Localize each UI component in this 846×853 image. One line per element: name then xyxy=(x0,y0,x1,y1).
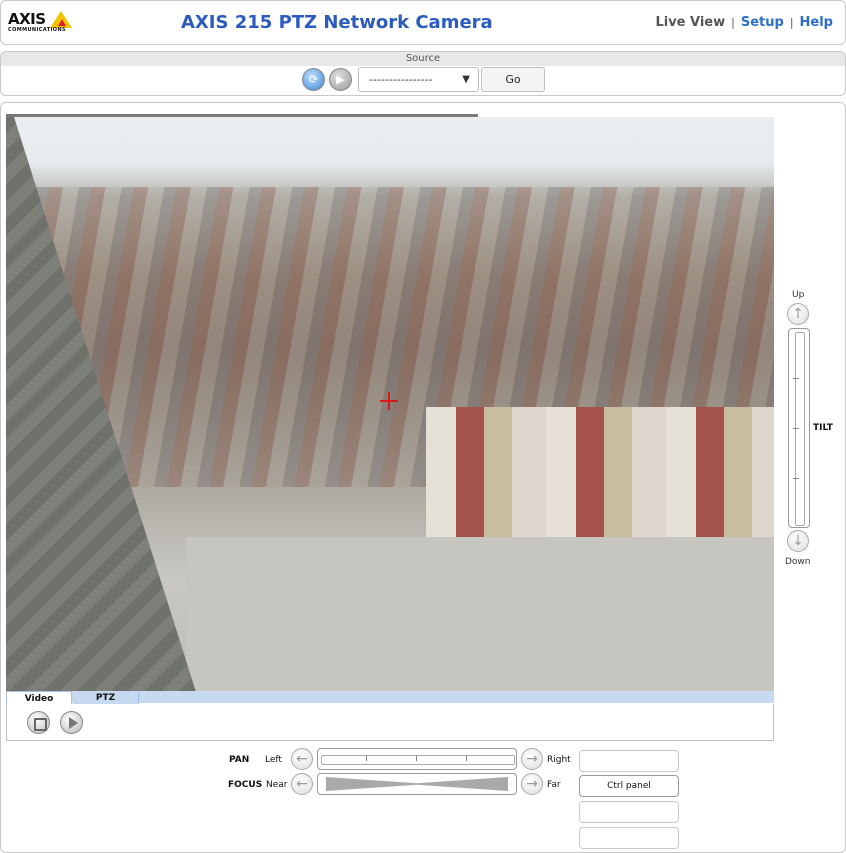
source-bar: Source ⟳ ▶ ---------------- ▼ Go xyxy=(0,51,846,96)
top-nav: Live View | Setup | Help xyxy=(655,15,833,30)
pan-tick xyxy=(466,755,467,761)
forward-source-button[interactable]: ▶ xyxy=(329,68,352,91)
main-panel: Video PTZ Up ↑ TILT ↓ Down PAN Left ← → … xyxy=(0,102,846,853)
tilt-up-label: Up xyxy=(792,290,805,300)
tilt-name-label: TILT xyxy=(813,423,833,433)
focus-label: FOCUS xyxy=(228,780,263,790)
page-title: AXIS 215 PTZ Network Camera xyxy=(181,12,493,33)
pan-tick xyxy=(416,755,417,761)
nav-separator: | xyxy=(789,16,794,29)
logo-text: AXIS xyxy=(8,10,46,28)
blank-control-button[interactable] xyxy=(579,801,679,823)
refresh-source-button[interactable]: ⟳ xyxy=(302,68,325,91)
tilt-down-label: Down xyxy=(785,557,811,567)
refresh-icon: ⟳ xyxy=(309,73,319,86)
logo-subtext: COMMUNICATIONS xyxy=(8,27,67,33)
chevron-down-icon: ▼ xyxy=(462,74,470,85)
tilt-slider[interactable] xyxy=(788,328,810,528)
video-market-square xyxy=(186,537,774,692)
stop-button[interactable] xyxy=(27,711,50,734)
arrow-left-icon: ← xyxy=(296,751,308,767)
pan-left-label: Left xyxy=(265,755,282,765)
pan-tick xyxy=(366,755,367,761)
video-controls xyxy=(6,704,774,741)
arrow-right-icon: → xyxy=(526,751,538,767)
focus-wedge-graphic xyxy=(326,777,508,791)
arrow-down-icon: ↓ xyxy=(792,533,804,549)
tilt-tick xyxy=(793,378,799,379)
tilt-tick xyxy=(793,428,799,429)
tilt-down-button[interactable]: ↓ xyxy=(787,530,809,552)
source-select-value: ---------------- xyxy=(369,73,433,86)
pan-label: PAN xyxy=(229,755,250,765)
blank-control-button[interactable] xyxy=(579,827,679,849)
focus-near-button[interactable]: ← xyxy=(291,773,313,795)
focus-near-label: Near xyxy=(266,780,288,790)
focus-slider[interactable] xyxy=(317,773,517,795)
focus-far-button[interactable]: → xyxy=(521,773,543,795)
pan-slider[interactable] xyxy=(317,748,517,770)
tilt-up-button[interactable]: ↑ xyxy=(787,303,809,325)
pan-left-button[interactable]: ← xyxy=(291,748,313,770)
live-video-image[interactable] xyxy=(6,117,774,692)
arrow-left-icon: ← xyxy=(296,776,308,792)
source-select[interactable]: ---------------- ▼ xyxy=(358,67,479,92)
ctrl-panel-button[interactable]: Ctrl panel xyxy=(579,775,679,797)
forward-icon: ▶ xyxy=(336,73,345,86)
crosshair-icon xyxy=(380,392,398,410)
pan-right-button[interactable]: → xyxy=(521,748,543,770)
tab-ptz[interactable]: PTZ xyxy=(73,691,139,705)
axis-logo[interactable]: AXIS COMMUNICATIONS xyxy=(8,10,72,36)
header: AXIS COMMUNICATIONS AXIS 215 PTZ Network… xyxy=(0,0,846,45)
blank-control-button[interactable] xyxy=(579,750,679,772)
nav-help[interactable]: Help xyxy=(800,15,833,30)
source-label: Source xyxy=(1,52,845,66)
focus-far-label: Far xyxy=(547,780,561,790)
nav-setup[interactable]: Setup xyxy=(741,15,784,30)
arrow-right-icon: → xyxy=(526,776,538,792)
arrow-up-icon: ↑ xyxy=(792,306,804,322)
go-button[interactable]: Go xyxy=(481,67,545,92)
video-buildings xyxy=(426,407,774,547)
nav-live-view[interactable]: Live View xyxy=(655,15,725,30)
logo-triangle-inner-icon xyxy=(58,19,66,26)
tilt-tick xyxy=(793,478,799,479)
nav-separator: | xyxy=(731,16,735,29)
play-button[interactable] xyxy=(60,711,83,734)
pan-right-label: Right xyxy=(547,755,571,765)
